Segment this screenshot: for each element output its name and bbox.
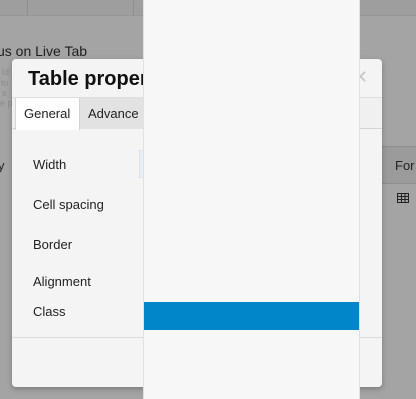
top-bar-divider bbox=[133, 0, 134, 16]
table-icon bbox=[397, 193, 409, 203]
border-label: Border bbox=[33, 237, 73, 252]
background-label: y bbox=[0, 158, 5, 173]
tab-general[interactable]: General bbox=[15, 98, 80, 130]
cell-spacing-label: Cell spacing bbox=[33, 197, 104, 212]
background-heading: us on Live Tab bbox=[0, 43, 88, 59]
background-faint-text: ld bbox=[2, 67, 10, 77]
background-column-header: For bbox=[395, 158, 415, 173]
dropdown-list[interactable] bbox=[143, 0, 360, 399]
tab-advanced[interactable]: Advance bbox=[80, 98, 148, 129]
class-label: Class bbox=[33, 304, 66, 319]
top-bar-divider bbox=[27, 0, 28, 16]
dropdown-item-selected[interactable] bbox=[144, 302, 359, 330]
alignment-label: Alignment bbox=[33, 274, 91, 289]
width-label: Width bbox=[33, 157, 67, 172]
background-faint-text: e p bbox=[0, 98, 13, 108]
dialog-title: Table proper bbox=[28, 68, 148, 90]
